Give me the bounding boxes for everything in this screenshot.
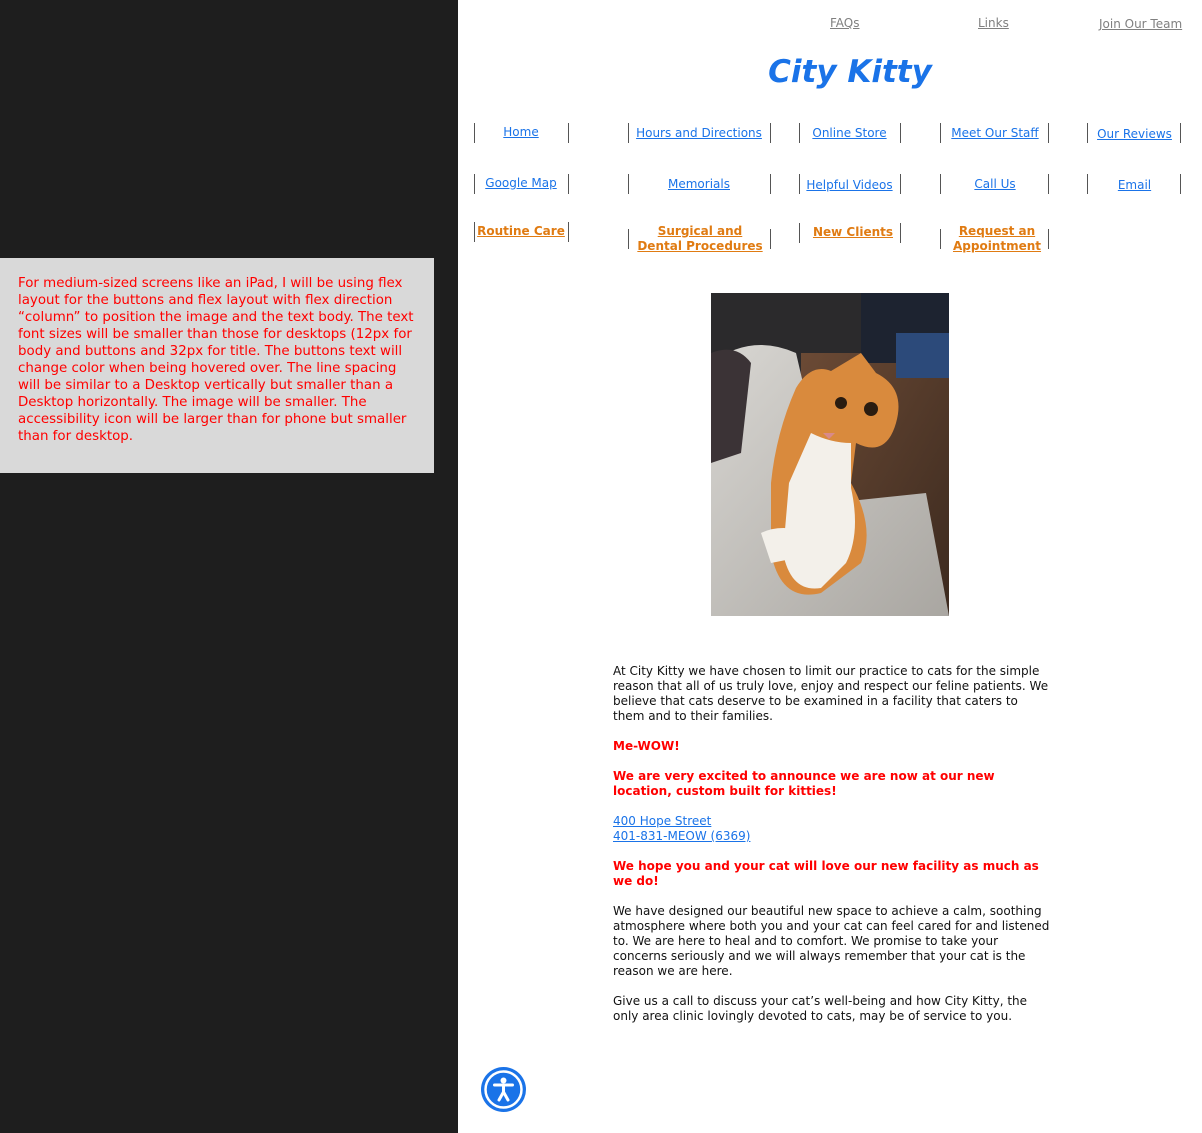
body-text: At City Kitty we have chosen to limit ou… — [613, 664, 1053, 1039]
nav-divider — [900, 123, 901, 143]
nav-surgical-and-dental-procedures[interactable]: Surgical and Dental Procedures — [636, 224, 764, 254]
nav-divider — [770, 229, 771, 249]
nav-our-reviews[interactable]: Our Reviews — [1087, 127, 1182, 142]
faqs-link[interactable]: FAQs — [830, 16, 860, 30]
design-note-text: For medium-sized screens like an iPad, I… — [18, 276, 414, 444]
nav-divider — [568, 123, 569, 143]
call-paragraph: Give us a call to discuss your cat’s wel… — [613, 994, 1028, 1023]
nav-divider — [1048, 229, 1049, 249]
mewow-heading: Me-WOW! — [613, 739, 680, 753]
nav-divider — [628, 229, 629, 249]
address-link[interactable]: 400 Hope Street — [613, 814, 1053, 829]
designed-paragraph: We have designed our beautiful new space… — [613, 904, 1050, 978]
nav-divider — [770, 174, 771, 194]
cat-photo — [711, 293, 949, 616]
intro-paragraph: At City Kitty we have chosen to limit ou… — [613, 664, 1049, 723]
nav-request-an-appointment[interactable]: Request an Appointment — [948, 224, 1046, 254]
left-panel-background — [0, 0, 458, 1133]
nav-meet-our-staff[interactable]: Meet Our Staff — [940, 126, 1050, 141]
site-title: City Kitty — [768, 54, 932, 90]
join-our-team-link[interactable]: Join Our Team — [1099, 17, 1182, 31]
nav-memorials[interactable]: Memorials — [628, 177, 770, 192]
links-link[interactable]: Links — [978, 16, 1009, 30]
nav-home[interactable]: Home — [474, 125, 568, 140]
nav-new-clients[interactable]: New Clients — [799, 225, 907, 240]
accessibility-icon[interactable] — [481, 1067, 526, 1112]
phone-link[interactable]: 401-831-MEOW (6369) — [613, 829, 1053, 844]
nav-divider — [568, 222, 569, 242]
nav-divider — [900, 174, 901, 194]
website-page: FAQs Links Join Our Team City Kitty Home… — [458, 0, 1202, 1133]
nav-google-map[interactable]: Google Map — [474, 176, 568, 191]
nav-email[interactable]: Email — [1087, 178, 1182, 193]
nav-routine-care[interactable]: Routine Care — [474, 224, 568, 239]
nav-divider — [568, 174, 569, 194]
nav-divider — [770, 123, 771, 143]
design-note: For medium-sized screens like an iPad, I… — [0, 258, 434, 473]
nav-divider — [940, 229, 941, 249]
announcement-text: We are very excited to announce we are n… — [613, 769, 995, 798]
nav-online-store[interactable]: Online Store — [799, 126, 900, 141]
nav-helpful-videos[interactable]: Helpful Videos — [799, 178, 900, 193]
nav-call-us[interactable]: Call Us — [940, 177, 1050, 192]
hope-text: We hope you and your cat will love our n… — [613, 859, 1039, 888]
nav-hours-and-directions[interactable]: Hours and Directions — [628, 126, 770, 141]
